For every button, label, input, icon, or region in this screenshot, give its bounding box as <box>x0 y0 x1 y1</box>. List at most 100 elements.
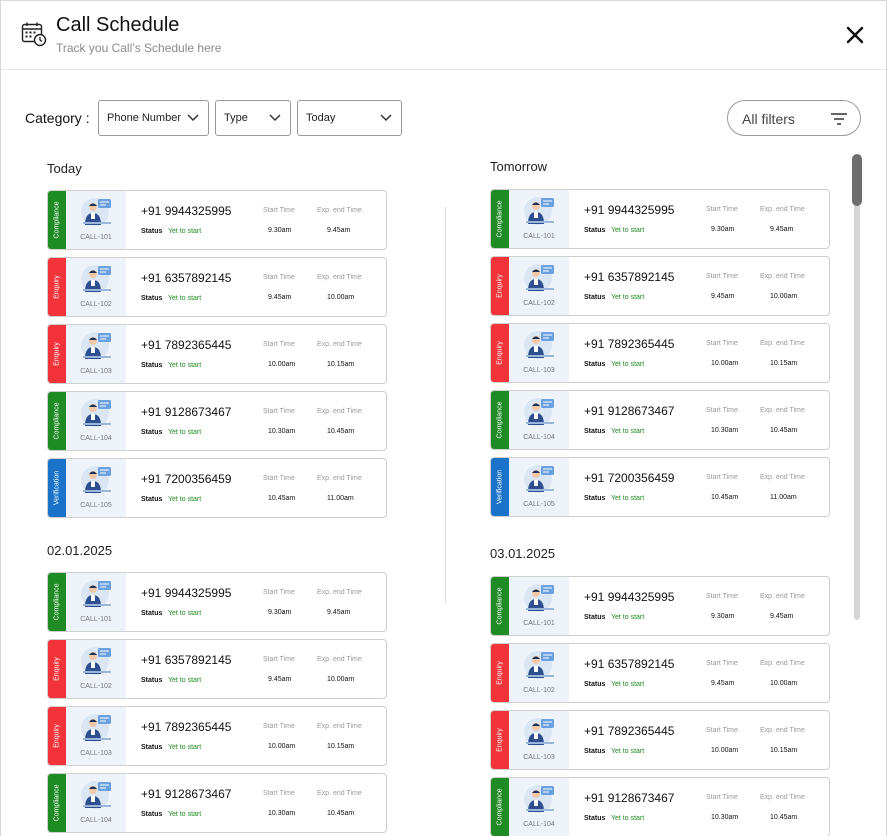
start-time-label: Start Time <box>263 274 295 281</box>
end-time-value: 9.45am <box>770 613 794 620</box>
category-tag: Compliance <box>491 391 509 449</box>
category-label: Compliance <box>496 200 504 238</box>
scrollbar-thumb[interactable] <box>852 154 862 206</box>
chevron-down-icon <box>269 114 281 122</box>
category-tag: Verification <box>48 459 66 517</box>
start-time-value: 10.00am <box>711 747 739 754</box>
call-card[interactable]: Compliance CALL-101 +91 9944325995 Statu… <box>490 189 830 249</box>
call-card[interactable]: Verification CALL-105 +91 7200356459 Sta… <box>47 458 387 518</box>
status-label: Status <box>141 496 163 503</box>
category-label: Compliance <box>53 784 61 822</box>
phone-number-dropdown-label: Phone Number <box>107 112 181 124</box>
phone-number: +91 9128673467 <box>584 404 675 418</box>
call-id: CALL-105 <box>523 501 555 508</box>
start-time-value: 9.30am <box>268 227 292 234</box>
call-card[interactable]: Compliance CALL-104 +91 9128673467 Statu… <box>490 390 830 450</box>
call-card[interactable]: Enquiry CALL-102 +91 6357892145 Status Y… <box>490 256 830 316</box>
end-time-value: 10.00am <box>327 294 355 301</box>
category-label: Compliance <box>496 788 504 826</box>
call-card[interactable]: Compliance CALL-101 +91 9944325995 Statu… <box>47 572 387 632</box>
close-icon[interactable] <box>843 23 867 47</box>
call-id: CALL-102 <box>523 687 555 694</box>
agent-illustration-icon <box>81 466 111 494</box>
call-card[interactable]: Compliance CALL-101 +91 9944325995 Statu… <box>47 190 387 250</box>
call-card[interactable]: Verification CALL-105 +91 7200356459 Sta… <box>490 457 830 517</box>
call-id: CALL-101 <box>80 234 112 241</box>
phone-number: +91 9128673467 <box>584 791 675 805</box>
start-time-value: 10.30am <box>711 427 739 434</box>
status-label: Status <box>584 815 606 822</box>
start-time-value: 10.00am <box>711 360 739 367</box>
all-filters-label: All filters <box>742 111 795 127</box>
end-time-label: Exp. end Time <box>760 727 805 734</box>
call-id: CALL-101 <box>80 616 112 623</box>
section-title: 03.01.2025 <box>490 546 556 561</box>
call-id: CALL-101 <box>523 620 555 627</box>
call-card[interactable]: Enquiry CALL-103 +91 7892365445 Status Y… <box>47 324 387 384</box>
category-tag: Compliance <box>491 190 509 248</box>
all-filters-button[interactable]: All filters <box>727 100 861 136</box>
start-time-value: 9.45am <box>711 293 735 300</box>
call-card[interactable]: Compliance CALL-104 +91 9128673467 Statu… <box>47 391 387 451</box>
end-time-label: Exp. end Time <box>317 408 362 415</box>
category-label: Compliance <box>53 583 61 621</box>
category-label: Compliance <box>53 402 61 440</box>
category-tag: Compliance <box>48 392 66 450</box>
phone-number: +91 7200356459 <box>584 471 675 485</box>
call-card[interactable]: Enquiry CALL-103 +91 7892365445 Status Y… <box>490 323 830 383</box>
agent-illustration-icon <box>524 465 554 493</box>
type-dropdown[interactable]: Type <box>215 100 291 136</box>
start-time-value: 10.00am <box>268 361 296 368</box>
call-card[interactable]: Compliance CALL-104 +91 9128673467 Statu… <box>47 773 387 833</box>
category-tag: Enquiry <box>48 707 66 765</box>
call-id: CALL-102 <box>80 301 112 308</box>
call-card[interactable]: Enquiry CALL-103 +91 7892365445 Status Y… <box>47 706 387 766</box>
status-badge: Yet to start <box>611 681 645 688</box>
call-card[interactable]: Enquiry CALL-102 +91 6357892145 Status Y… <box>47 257 387 317</box>
status-badge: Yet to start <box>168 610 202 617</box>
end-time-label: Exp. end Time <box>317 207 362 214</box>
chevron-down-icon <box>187 114 199 122</box>
call-id: CALL-102 <box>523 300 555 307</box>
phone-number: +91 9128673467 <box>141 787 232 801</box>
end-time-value: 10.00am <box>770 293 798 300</box>
scrollbar-track[interactable] <box>854 154 860 620</box>
category-label: Verification <box>496 469 504 505</box>
phone-number: +91 6357892145 <box>141 653 232 667</box>
end-time-label: Exp. end Time <box>760 794 805 801</box>
call-card[interactable]: Compliance CALL-104 +91 9128673467 Statu… <box>490 777 830 836</box>
end-time-label: Exp. end Time <box>760 206 805 213</box>
category-label: Compliance <box>496 587 504 625</box>
status-label: Status <box>141 362 163 369</box>
status-label: Status <box>584 361 606 368</box>
start-time-label: Start Time <box>263 589 295 596</box>
status-badge: Yet to start <box>168 677 202 684</box>
status-badge: Yet to start <box>168 811 202 818</box>
phone-number: +91 6357892145 <box>141 271 232 285</box>
call-card[interactable]: Enquiry CALL-102 +91 6357892145 Status Y… <box>47 639 387 699</box>
call-card[interactable]: Compliance CALL-101 +91 9944325995 Statu… <box>490 576 830 636</box>
call-id: CALL-105 <box>80 502 112 509</box>
date-dropdown[interactable]: Today <box>297 100 402 136</box>
call-id: CALL-104 <box>80 435 112 442</box>
status-badge: Yet to start <box>611 227 645 234</box>
start-time-label: Start Time <box>263 341 295 348</box>
start-time-label: Start Time <box>263 408 295 415</box>
end-time-label: Exp. end Time <box>760 407 805 414</box>
start-time-value: 9.30am <box>711 613 735 620</box>
status-badge: Yet to start <box>611 495 645 502</box>
status-label: Status <box>584 681 606 688</box>
agent-illustration-icon <box>81 198 111 226</box>
end-time-value: 9.45am <box>770 226 794 233</box>
start-time-label: Start Time <box>706 206 738 213</box>
agent-illustration-icon <box>81 399 111 427</box>
section-title: Today <box>47 161 82 176</box>
status-badge: Yet to start <box>611 815 645 822</box>
phone-number-dropdown[interactable]: Phone Number <box>98 100 209 136</box>
start-time-value: 9.30am <box>711 226 735 233</box>
panel-header: Call Schedule Track you Call’s Schedule … <box>1 1 886 70</box>
call-card[interactable]: Enquiry CALL-102 +91 6357892145 Status Y… <box>490 643 830 703</box>
status-label: Status <box>584 227 606 234</box>
call-card[interactable]: Enquiry CALL-103 +91 7892365445 Status Y… <box>490 710 830 770</box>
start-time-label: Start Time <box>706 727 738 734</box>
